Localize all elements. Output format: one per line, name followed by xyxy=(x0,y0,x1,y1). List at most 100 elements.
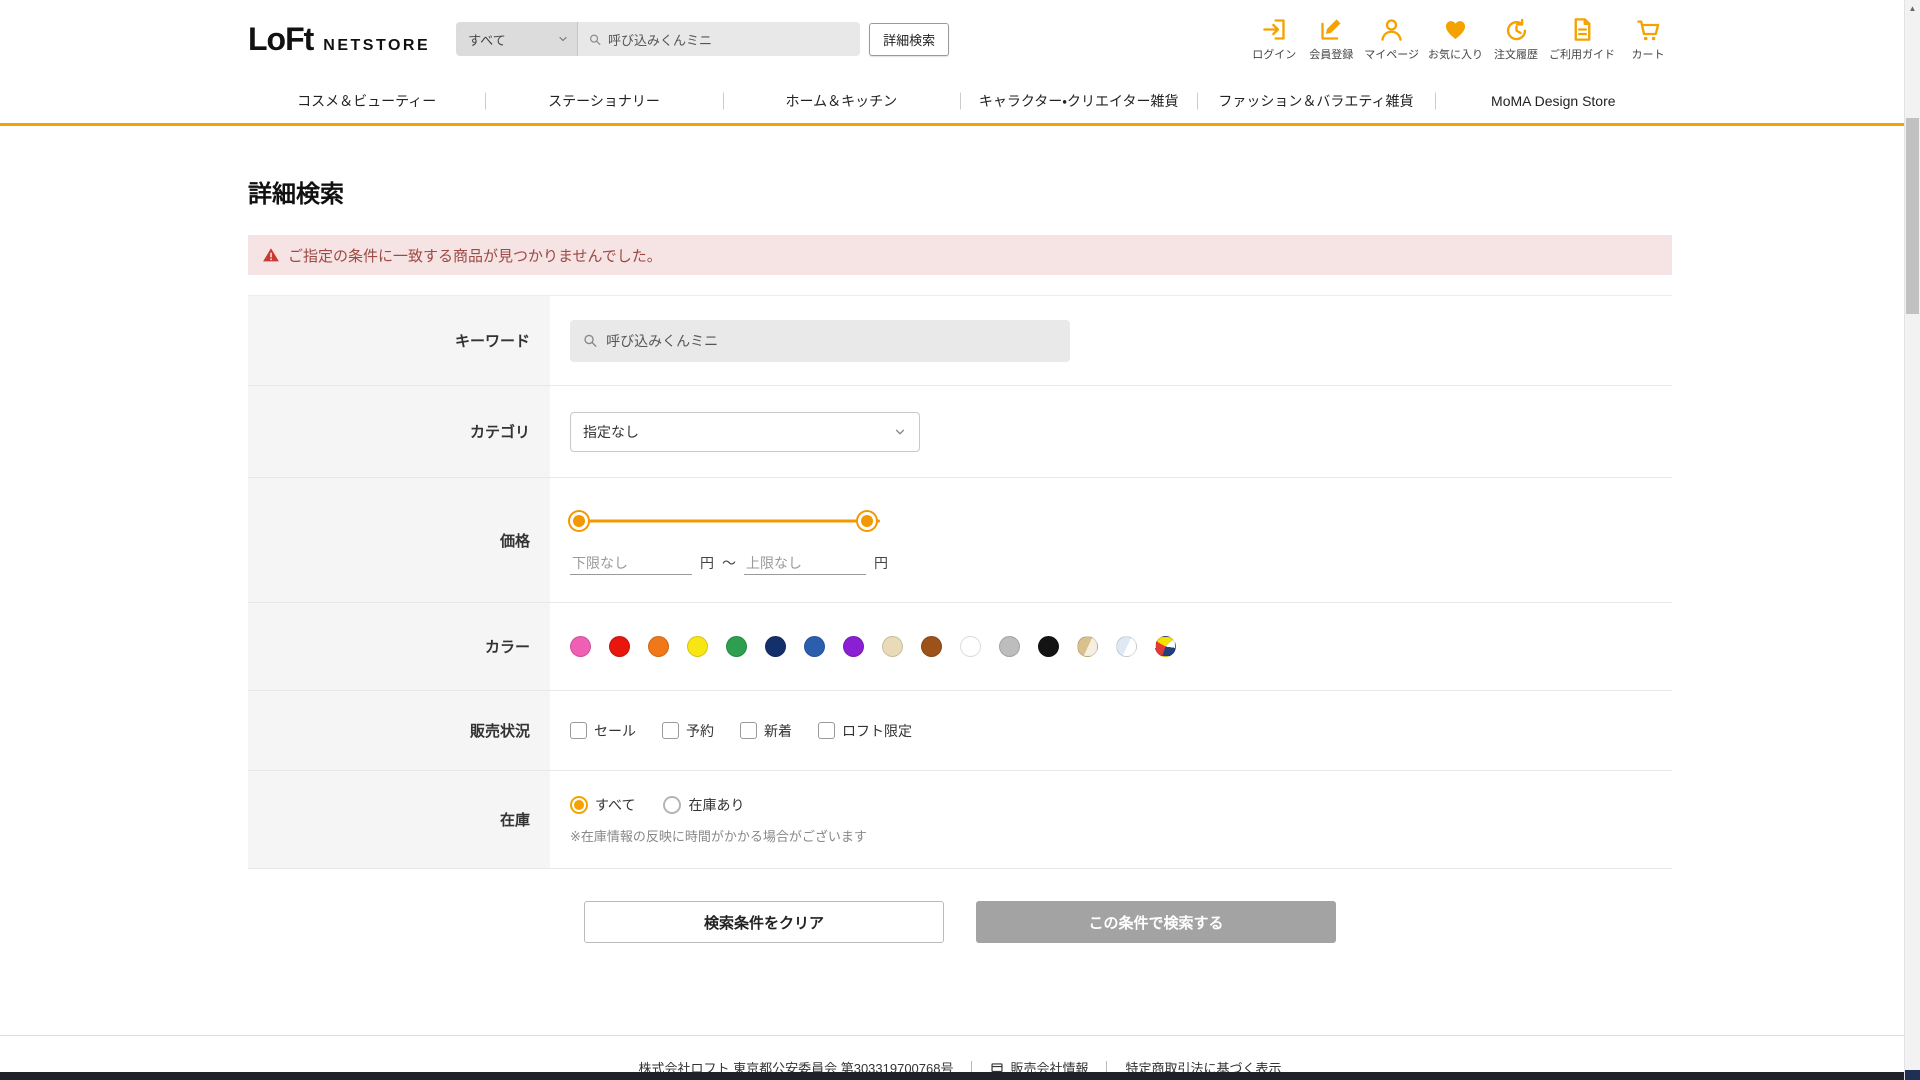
color-swatch-gray[interactable] xyxy=(999,636,1020,657)
user-menu-label: お気に入り xyxy=(1428,49,1483,61)
form-actions: 検索条件をクリア この条件で検索する xyxy=(248,901,1672,943)
scrollbar-corner xyxy=(1905,1070,1920,1080)
stock-label: 在庫 xyxy=(248,771,550,868)
scrollbar[interactable]: ▲ xyxy=(1904,0,1920,1080)
page-viewport: LoFt NETSTORE すべて 詳細検索 ログイン 会員登録 xyxy=(0,0,1920,1080)
color-swatch-navy[interactable] xyxy=(765,636,786,657)
checkbox-icon xyxy=(662,722,679,739)
color-swatch-red[interactable] xyxy=(609,636,630,657)
status-checkbox-セール[interactable]: セール xyxy=(570,721,636,741)
nav-item[interactable]: コスメ＆ビューティー xyxy=(248,78,485,123)
logo-netstore-text: NETSTORE xyxy=(323,36,431,54)
price-max-input[interactable] xyxy=(744,551,866,575)
keyword-label: キーワード xyxy=(248,296,550,385)
color-swatch-white[interactable] xyxy=(960,636,981,657)
user-menu-label: 注文履歴 xyxy=(1494,49,1538,61)
price-min-input[interactable] xyxy=(570,551,692,575)
chevron-down-icon xyxy=(895,429,905,434)
color-swatch-brown[interactable] xyxy=(921,636,942,657)
checkbox-label: 新着 xyxy=(764,722,792,739)
login-icon xyxy=(1261,16,1288,43)
user-menu-cart[interactable]: カート xyxy=(1624,16,1672,62)
keyword-row: キーワード xyxy=(248,296,1672,386)
price-unit-label: 円 xyxy=(874,555,888,571)
advanced-search-form: キーワード カテゴリ 指定なし 価格 xyxy=(248,295,1672,869)
color-swatch-yellow[interactable] xyxy=(687,636,708,657)
sales-status-row: 販売状況 セール 予約 新着 ロフト限定 xyxy=(248,691,1672,771)
color-swatch-multicolor[interactable] xyxy=(1155,636,1176,657)
search-category-value: すべて xyxy=(468,32,506,48)
color-swatch-gold[interactable] xyxy=(1077,636,1098,657)
price-row: 価格 円 ～ 円 xyxy=(248,478,1672,603)
guide-icon xyxy=(1569,16,1596,43)
detail-search-button[interactable]: 詳細検索 xyxy=(869,22,950,56)
color-swatch-pink[interactable] xyxy=(570,636,591,657)
mypage-icon xyxy=(1378,16,1405,43)
price-label: 価格 xyxy=(248,478,550,602)
user-menu-label: マイページ xyxy=(1364,49,1419,61)
keyword-input[interactable] xyxy=(606,332,1058,349)
color-swatch-black[interactable] xyxy=(1038,636,1059,657)
color-swatch-silver[interactable] xyxy=(1116,636,1137,657)
user-menu-history[interactable]: 注文履歴 xyxy=(1492,16,1540,62)
cart-icon xyxy=(1635,16,1662,43)
nav-item[interactable]: キャラクター・クリエイター雑貨 xyxy=(960,78,1197,123)
nav-item[interactable]: ファッション＆バラエティ雑貨 xyxy=(1197,78,1434,123)
price-inputs: 円 ～ 円 xyxy=(570,551,1672,575)
user-menu-guide[interactable]: ご利用ガイド xyxy=(1549,16,1615,62)
scrollbar-thumb[interactable] xyxy=(1906,118,1919,314)
global-nav: コスメ＆ビューティー ステーショナリー ホーム＆キッチン キャラクター・クリエイター雑… xyxy=(0,78,1920,126)
price-slider-max-handle[interactable] xyxy=(858,511,876,530)
stock-row: 在庫 すべて 在庫あり ※在庫情報の反映に時間がかかる場合がございます xyxy=(248,771,1672,869)
header-search-input[interactable] xyxy=(607,31,851,47)
nav-item[interactable]: ホーム＆キッチン xyxy=(723,78,960,123)
checkbox-label: セール xyxy=(594,722,636,739)
category-label: カテゴリ xyxy=(248,386,550,477)
register-icon xyxy=(1318,16,1345,43)
site-header: LoFt NETSTORE すべて 詳細検索 ログイン 会員登録 xyxy=(0,0,1920,78)
stock-note: ※在庫情報の反映に時間がかかる場合がございます xyxy=(570,828,867,844)
checkbox-icon xyxy=(740,722,757,739)
nav-item[interactable]: ステーショナリー xyxy=(485,78,722,123)
color-swatch-orange[interactable] xyxy=(648,636,669,657)
status-checkbox-新着[interactable]: 新着 xyxy=(740,721,792,741)
color-row: カラー xyxy=(248,603,1672,691)
alert-message: ご指定の条件に一致する商品が見つかりませんでした。 xyxy=(288,247,662,265)
price-slider-track xyxy=(570,519,880,522)
radio-label: 在庫あり xyxy=(688,796,745,813)
history-icon xyxy=(1503,16,1530,43)
loft-logo[interactable]: LoFt NETSTORE xyxy=(248,21,430,58)
scrollbar-up-arrow[interactable]: ▲ xyxy=(1905,0,1920,16)
color-swatch-green[interactable] xyxy=(726,636,747,657)
logo-loft-text: LoFt xyxy=(248,20,314,57)
user-menu-favorite[interactable]: お気に入り xyxy=(1428,16,1483,62)
nav-item[interactable]: MoMA Design Store xyxy=(1435,78,1672,123)
keyword-field[interactable] xyxy=(570,319,1070,362)
user-menu-mypage[interactable]: マイページ xyxy=(1364,16,1419,62)
stock-radio-在庫あり[interactable]: 在庫あり xyxy=(663,795,744,815)
user-menu-label: 会員登録 xyxy=(1309,49,1354,61)
header-search-field[interactable] xyxy=(578,22,861,56)
status-checkbox-予約[interactable]: 予約 xyxy=(662,721,714,741)
user-menu-login[interactable]: ログイン xyxy=(1250,16,1298,62)
stock-radio-すべて[interactable]: すべて xyxy=(570,795,635,815)
bottom-dark-bar xyxy=(0,1072,1920,1080)
color-swatch-beige[interactable] xyxy=(882,636,903,657)
search-submit-button[interactable]: この条件で検索する xyxy=(976,901,1336,943)
clear-conditions-button[interactable]: 検索条件をクリア xyxy=(584,901,944,943)
color-swatch-blue[interactable] xyxy=(804,636,825,657)
search-icon xyxy=(590,34,601,45)
sales-status-options: セール 予約 新着 ロフト限定 xyxy=(570,721,1672,741)
status-checkbox-ロフト限定[interactable]: ロフト限定 xyxy=(818,721,912,741)
price-separator: ～ xyxy=(722,555,736,571)
price-range-slider[interactable] xyxy=(570,510,880,532)
search-category-select[interactable]: すべて xyxy=(456,22,579,56)
warning-icon xyxy=(263,248,279,262)
user-menu: ログイン 会員登録 マイページ お気に入り 注文履歴 ご利用ガイド カート xyxy=(1250,16,1672,62)
favorite-icon xyxy=(1442,16,1469,43)
user-menu-register[interactable]: 会員登録 xyxy=(1307,16,1355,62)
price-slider-min-handle[interactable] xyxy=(570,511,588,530)
category-select[interactable]: 指定なし xyxy=(570,411,920,452)
radio-icon xyxy=(663,795,682,814)
color-swatch-purple[interactable] xyxy=(843,636,864,657)
